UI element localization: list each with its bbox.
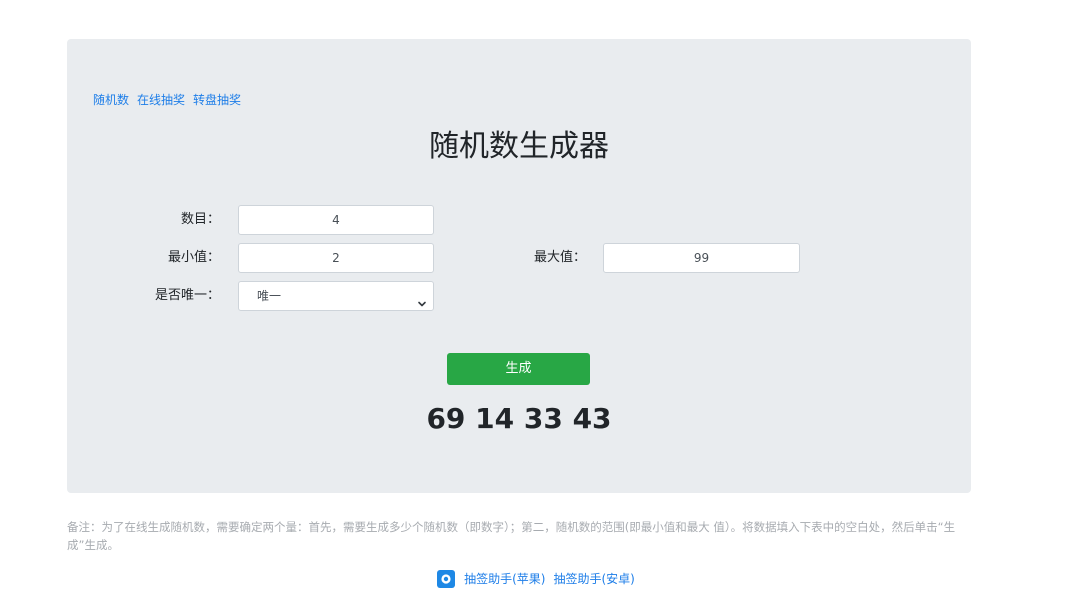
unique-select[interactable]: 唯一 [238,281,434,311]
nav-link-online-lottery[interactable]: 在线抽奖 [137,93,185,107]
max-label: 最大值： [533,250,586,265]
nav-link-random-number[interactable]: 随机数 [93,93,129,107]
count-label: 数目： [180,212,220,227]
lottery-app-icon [437,569,456,588]
unique-label: 是否唯一： [154,288,220,303]
page-title: 随机数生成器 [429,129,609,164]
generate-button[interactable]: 生成 [447,353,590,385]
chevron-down-icon [417,291,427,307]
footer-link-android[interactable]: 抽签助手(安卓) [554,572,635,586]
nav-link-wheel-lottery[interactable]: 转盘抽奖 [193,93,241,107]
footer-link-ios[interactable]: 抽签助手(苹果) [464,572,545,586]
top-nav: 随机数 在线抽奖 转盘抽奖 [93,92,249,108]
unique-select-value: 唯一 [257,289,282,303]
min-input[interactable] [238,243,434,273]
max-input[interactable] [603,243,800,273]
note-text: 备注：为了在线生成随机数，需要确定两个量：首先，需要生成多少个随机数（即数字）；… [67,520,956,552]
footer-links: 抽签助手(苹果) 抽签助手(安卓) [0,569,1080,589]
min-label: 最小值： [167,250,220,265]
result-numbers: 69 14 33 43 [426,402,612,435]
count-input[interactable] [238,205,434,235]
